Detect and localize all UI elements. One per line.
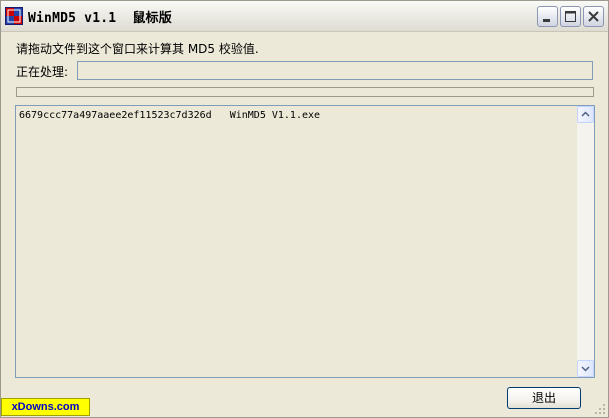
app-window: WinMD5 v1.1 鼠标版 请拖动文件到这个窗口来计算其 MD5 校验值. …: [0, 0, 609, 418]
close-icon: [588, 11, 599, 22]
drag-drop-instruction: 请拖动文件到这个窗口来计算其 MD5 校验值.: [16, 42, 259, 56]
vertical-scrollbar[interactable]: [577, 106, 594, 377]
resize-grip-icon[interactable]: [594, 403, 606, 415]
maximize-button[interactable]: [560, 6, 581, 27]
winmd5-app-icon[interactable]: [5, 7, 23, 25]
maximize-icon: [565, 11, 576, 22]
processing-label: 正在处理:: [16, 65, 69, 79]
window-title: WinMD5 v1.1 鼠标版: [28, 11, 172, 26]
md5-hash: 6679ccc77a497aaee2ef11523c7d326d: [19, 110, 212, 121]
result-row[interactable]: 6679ccc77a497aaee2ef11523c7d326d WinMD5 …: [19, 110, 320, 121]
exit-button[interactable]: 退出: [507, 387, 581, 409]
close-button[interactable]: [583, 6, 604, 27]
file-name: WinMD5 V1.1.exe: [229, 110, 321, 121]
watermark-badge: xDowns.com: [1, 398, 90, 416]
minimize-button[interactable]: [537, 6, 558, 27]
scroll-up-button[interactable]: [577, 106, 594, 123]
results-list[interactable]: 6679ccc77a497aaee2ef11523c7d326d WinMD5 …: [15, 105, 595, 378]
scroll-down-button[interactable]: [577, 360, 594, 377]
title-bar[interactable]: WinMD5 v1.1 鼠标版: [1, 1, 608, 32]
progress-bar: [16, 87, 594, 97]
chevron-up-icon: [581, 111, 590, 117]
processing-field: [77, 61, 593, 80]
minimize-icon: [543, 19, 550, 22]
chevron-down-icon: [581, 366, 590, 372]
